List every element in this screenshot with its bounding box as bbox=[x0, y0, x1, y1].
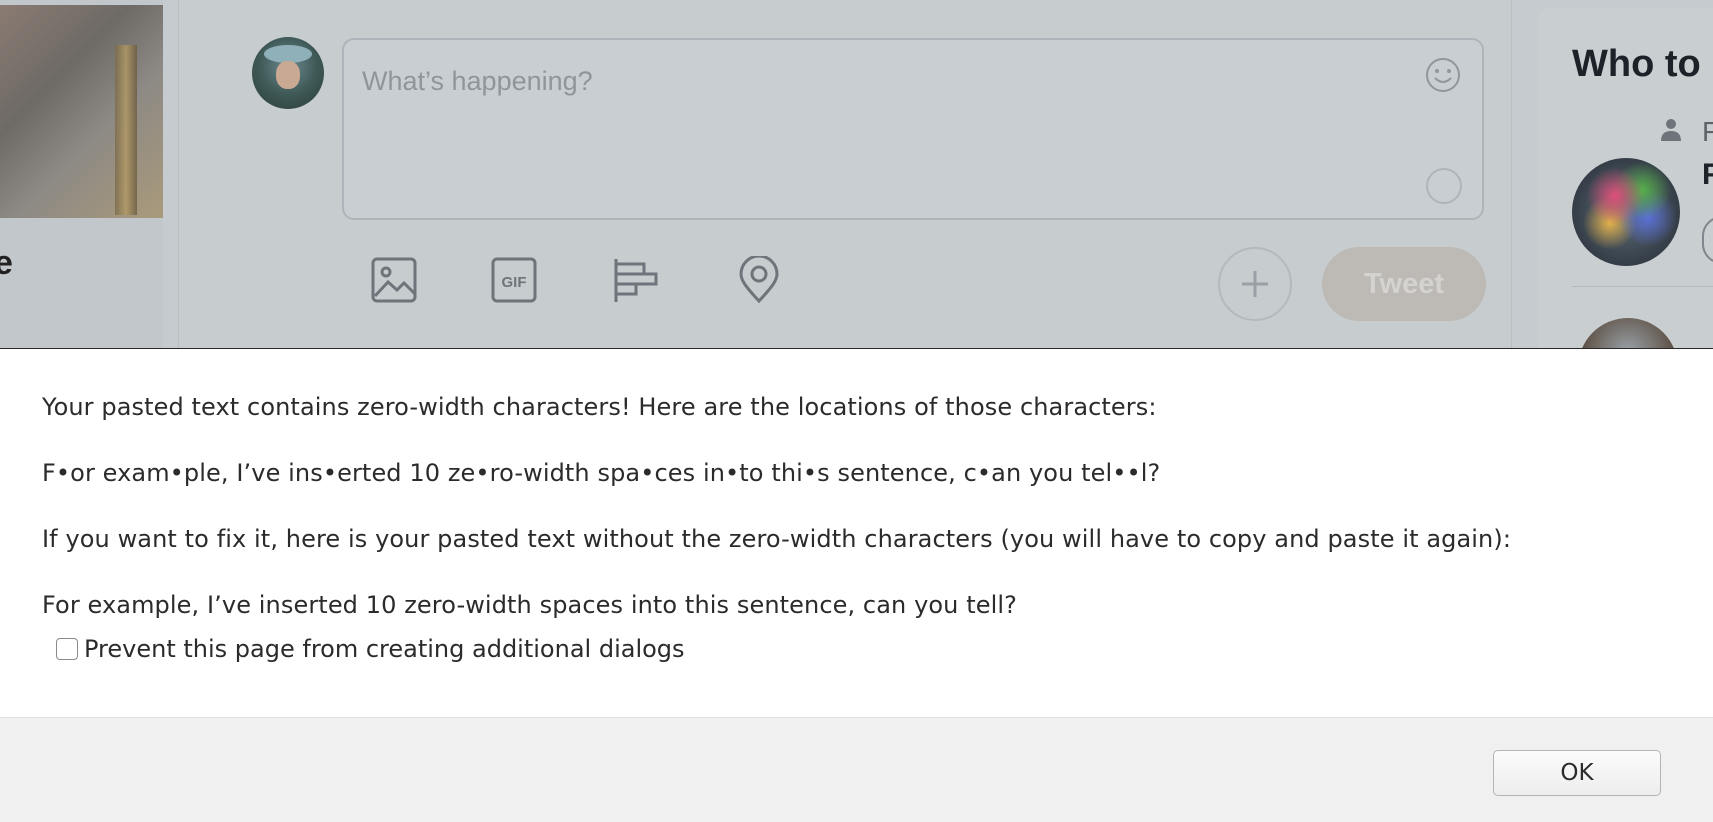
suggestion-avatar-2[interactable] bbox=[1578, 318, 1678, 348]
prevent-dialogs-checkbox[interactable] bbox=[56, 638, 78, 660]
add-tweet-button[interactable] bbox=[1218, 247, 1292, 321]
suggestion-avatar[interactable] bbox=[1572, 158, 1680, 266]
dialog-body: Your pasted text contains zero-width cha… bbox=[0, 349, 1713, 717]
avatar[interactable] bbox=[252, 37, 324, 109]
ok-button[interactable]: OK bbox=[1493, 750, 1661, 796]
follow-button[interactable] bbox=[1702, 216, 1713, 264]
divider bbox=[1572, 286, 1713, 287]
compose-textarea[interactable]: What’s happening? bbox=[342, 38, 1484, 220]
gif-icon[interactable]: GIF bbox=[490, 256, 538, 304]
suggestion-name[interactable]: F bbox=[1702, 158, 1713, 192]
dialog-marked-text: F•or exam•ple, I’ve ins•erted 10 ze•ro-w… bbox=[42, 459, 1161, 487]
character-count-ring bbox=[1426, 168, 1462, 204]
who-to-follow-panel: Who to F F bbox=[1538, 8, 1713, 348]
person-icon bbox=[1661, 119, 1681, 141]
dialog-message-intro: Your pasted text contains zero-width cha… bbox=[42, 393, 1157, 421]
alert-dialog: Your pasted text contains zero-width cha… bbox=[0, 348, 1713, 822]
cover-photo bbox=[0, 5, 163, 218]
tweet-button[interactable]: Tweet bbox=[1322, 247, 1486, 321]
dialog-footer: OK bbox=[0, 717, 1713, 822]
browser-page: e What’s happening? GIF Tweet Who to F F… bbox=[0, 0, 1713, 822]
prevent-dialogs-row[interactable]: Prevent this page from creating addition… bbox=[56, 635, 685, 663]
location-icon[interactable] bbox=[735, 256, 783, 304]
dialog-fix-instruction: If you want to fix it, here is your past… bbox=[42, 525, 1512, 553]
photo-frame bbox=[115, 45, 137, 215]
dialog-cleaned-text: For example, I’ve inserted 10 zero-width… bbox=[42, 591, 1017, 619]
emoji-icon[interactable] bbox=[1424, 56, 1462, 94]
truncated-heading: e bbox=[0, 244, 13, 282]
who-to-follow-title: Who to bbox=[1572, 43, 1701, 85]
avatar-face bbox=[276, 61, 300, 89]
background-page: e What’s happening? GIF Tweet Who to F F bbox=[0, 0, 1713, 348]
suggestion-label: F bbox=[1702, 116, 1713, 147]
poll-icon[interactable] bbox=[612, 256, 660, 304]
image-icon[interactable] bbox=[370, 256, 418, 304]
left-column: e bbox=[0, 0, 163, 348]
plus-icon bbox=[1242, 271, 1268, 297]
svg-text:GIF: GIF bbox=[502, 274, 527, 291]
prevent-dialogs-label[interactable]: Prevent this page from creating addition… bbox=[84, 635, 685, 663]
compose-placeholder: What’s happening? bbox=[362, 66, 593, 96]
